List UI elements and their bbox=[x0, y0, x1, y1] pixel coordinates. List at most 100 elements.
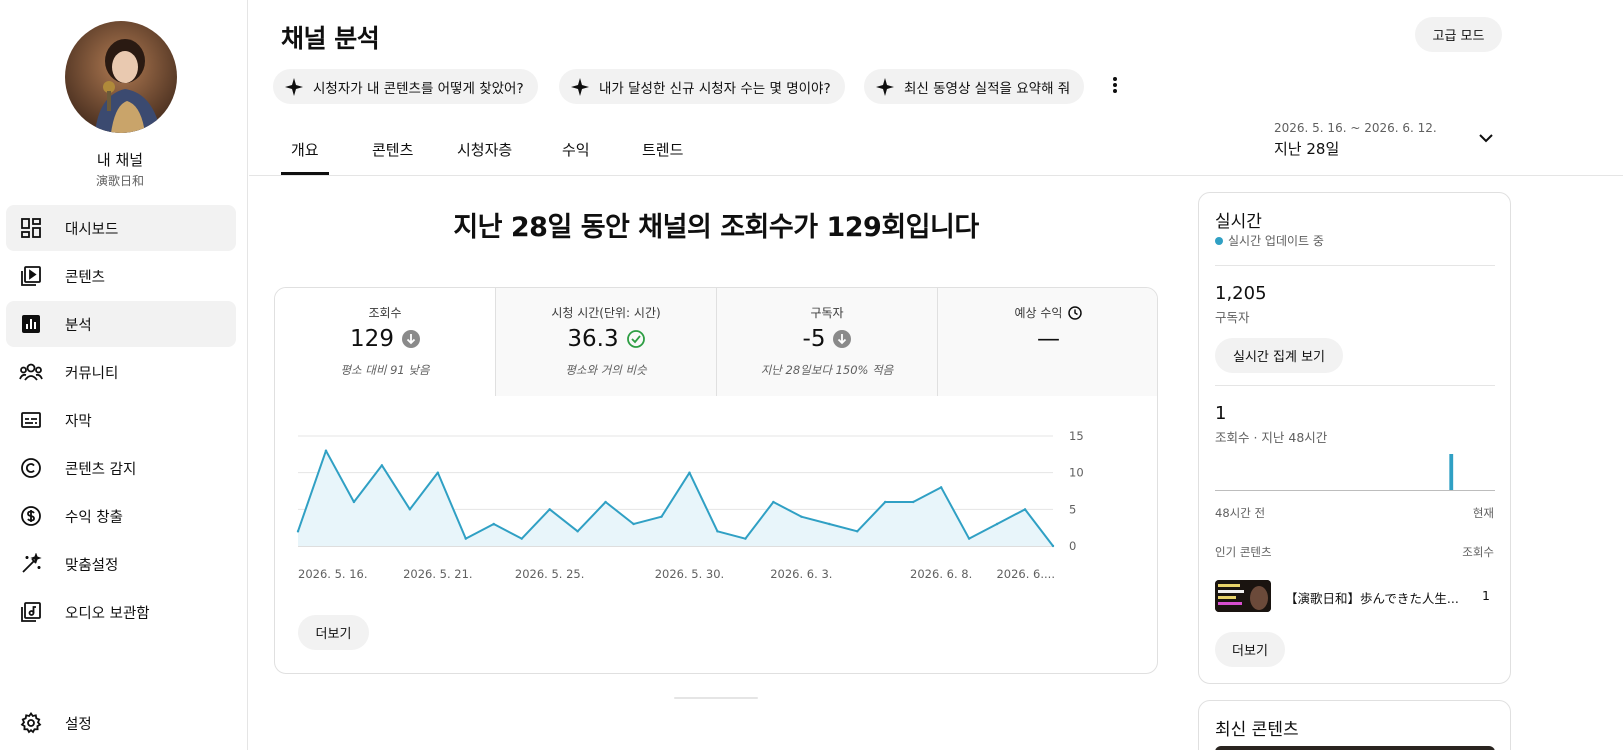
metric-subscribers[interactable]: 구독자 -5 지난 28일보다 150% 적음 bbox=[717, 288, 938, 396]
axis-right-label: 현재 bbox=[1472, 506, 1494, 520]
data-point bbox=[939, 486, 943, 489]
tab-revenue[interactable]: 수익 bbox=[562, 139, 590, 160]
tab-audience[interactable]: 시청자층 bbox=[457, 139, 512, 160]
realtime-subscribers: 1,205 bbox=[1215, 283, 1267, 304]
tab-overview[interactable]: 개요 bbox=[291, 139, 319, 160]
live-dot bbox=[1215, 236, 1223, 245]
chip-label: 시청자가 내 콘텐츠를 어떻게 찾았어? bbox=[313, 80, 524, 97]
chevron-down-icon[interactable] bbox=[1478, 130, 1494, 146]
metric-label: 조회수 bbox=[275, 304, 495, 321]
sidebar-item-dashboard[interactable]: 대시보드 bbox=[6, 205, 236, 251]
see-more-button[interactable]: 더보기 bbox=[298, 615, 369, 650]
advanced-mode-button[interactable]: 고급 모드 bbox=[1415, 17, 1502, 52]
video-views: 1 bbox=[1482, 588, 1490, 603]
latest-content-thumbnail[interactable] bbox=[1215, 746, 1495, 750]
metric-label-text: 조회수 bbox=[368, 306, 402, 320]
suggestion-chip-summary[interactable]: 최신 동영상 실적을 요약해 줘 bbox=[864, 69, 1085, 104]
section-divider bbox=[674, 697, 758, 699]
realtime-more-button[interactable]: 더보기 bbox=[1215, 632, 1285, 667]
overview-headline: 지난 28일 동안 채널의 조회수가 129회입니다 bbox=[453, 212, 979, 243]
customization-icon bbox=[18, 551, 44, 577]
channel-name: 내 채널 bbox=[96, 151, 144, 169]
sidebar-item-audio-library[interactable]: 오디오 보관함 bbox=[6, 589, 236, 635]
data-point bbox=[464, 537, 467, 540]
data-point bbox=[436, 471, 440, 474]
sidebar-item-analytics[interactable]: 분석 bbox=[6, 301, 236, 347]
dashboard-icon bbox=[18, 215, 44, 241]
channel-avatar[interactable] bbox=[65, 21, 177, 133]
check-circle-icon bbox=[626, 330, 645, 348]
metric-value: 129 bbox=[275, 326, 495, 352]
date-period: 지난 28일 bbox=[1274, 140, 1340, 158]
realtime-title: 실시간 bbox=[1215, 212, 1262, 232]
data-point bbox=[688, 471, 691, 474]
tab-content[interactable]: 콘텐츠 bbox=[372, 139, 413, 160]
community-icon bbox=[18, 359, 44, 385]
audio-library-icon bbox=[18, 599, 44, 625]
sidebar: 내 채널 演歌日和 대시보드 콘텐츠 분석 커뮤니티 자막 콘텐츠 감지 수익 … bbox=[0, 0, 248, 750]
metric-watch-time[interactable]: 시청 시간(단위: 시간) 36.3 평소와 거의 비슷 bbox=[496, 288, 717, 396]
y-tick-label: 10 bbox=[1069, 466, 1084, 480]
x-tick-label: 2026. 6. 8. bbox=[910, 567, 972, 581]
sidebar-item-label: 콘텐츠 감지 bbox=[65, 461, 137, 478]
realtime-bar[interactable] bbox=[1449, 454, 1454, 490]
metric-value-text: 129 bbox=[350, 326, 394, 352]
sidebar-item-label: 콘텐츠 bbox=[65, 269, 106, 286]
data-point bbox=[995, 522, 999, 526]
metric-views[interactable]: 조회수 129 평소 대비 91 낮음 bbox=[275, 288, 496, 396]
metric-label-text: 시청 시간(단위: 시간) bbox=[551, 306, 661, 320]
data-point bbox=[744, 537, 747, 540]
page-title: 채널 분석 bbox=[281, 24, 380, 53]
x-tick-label: 2026. 5. 21. bbox=[403, 567, 473, 581]
suggestion-chip-discovery[interactable]: 시청자가 내 콘텐츠를 어떻게 찾았어? bbox=[273, 69, 538, 104]
data-point bbox=[1051, 544, 1055, 548]
tab-trends[interactable]: 트렌드 bbox=[642, 139, 683, 160]
data-point bbox=[911, 500, 915, 504]
sidebar-item-content[interactable]: 콘텐츠 bbox=[6, 253, 236, 299]
x-tick-label: 2026. 5. 16. bbox=[298, 567, 368, 581]
video-title[interactable]: 【演歌日和】歩んできた人生... bbox=[1285, 588, 1465, 607]
sidebar-item-label: 대시보드 bbox=[65, 221, 119, 238]
data-point bbox=[492, 522, 495, 526]
sparkle-icon bbox=[285, 77, 303, 96]
sidebar-item-customization[interactable]: 맞춤설정 bbox=[6, 541, 236, 587]
clock-icon bbox=[1068, 305, 1083, 320]
data-point bbox=[716, 530, 719, 533]
metric-value-text: 36.3 bbox=[567, 326, 619, 352]
x-tick-label: 2026. 5. 30. bbox=[655, 567, 725, 581]
subtitles-icon bbox=[18, 407, 44, 433]
channel-handle: 演歌日和 bbox=[95, 174, 144, 188]
sidebar-item-label: 커뮤니티 bbox=[65, 365, 119, 382]
more-vert-icon[interactable] bbox=[1106, 73, 1124, 97]
realtime-views: 1 bbox=[1215, 403, 1227, 424]
data-point bbox=[380, 464, 384, 467]
sidebar-item-label: 설정 bbox=[65, 716, 92, 733]
sidebar-item-community[interactable]: 커뮤니티 bbox=[6, 349, 236, 395]
data-point bbox=[352, 500, 356, 504]
sidebar-item-label: 수익 창출 bbox=[65, 509, 123, 526]
y-tick-label: 5 bbox=[1069, 502, 1076, 516]
metric-value: — bbox=[938, 326, 1157, 352]
y-tick-label: 0 bbox=[1069, 539, 1076, 553]
sidebar-item-copyright[interactable]: 콘텐츠 감지 bbox=[6, 445, 236, 491]
sidebar-item-settings[interactable]: 설정 bbox=[6, 700, 236, 746]
data-point bbox=[660, 515, 663, 518]
metric-label: 예상 수익 bbox=[938, 304, 1157, 321]
sidebar-item-label: 맞춤설정 bbox=[65, 557, 119, 574]
sidebar-item-subtitles[interactable]: 자막 bbox=[6, 397, 236, 443]
data-point bbox=[884, 500, 887, 504]
data-point bbox=[856, 530, 859, 533]
sidebar-item-monetization[interactable]: 수익 창출 bbox=[6, 493, 236, 539]
suggestion-chip-new-viewers[interactable]: 내가 달성한 신규 시청자 수는 몇 명이야? bbox=[559, 69, 845, 104]
gear-icon bbox=[18, 710, 44, 736]
realtime-count-button[interactable]: 실시간 집계 보기 bbox=[1215, 338, 1343, 373]
data-point bbox=[576, 530, 579, 533]
overview-card: 조회수 129 평소 대비 91 낮음 시청 시간(단위: 시간) 36.3 평… bbox=[274, 287, 1158, 674]
realtime-live-status: 실시간 업데이트 중 bbox=[1215, 232, 1324, 249]
metric-revenue[interactable]: 예상 수익 — bbox=[938, 288, 1157, 396]
axis-left-label: 48시간 전 bbox=[1215, 506, 1266, 520]
video-thumbnail[interactable] bbox=[1215, 580, 1271, 612]
content-icon bbox=[18, 263, 44, 289]
sidebar-item-label: 오디오 보관함 bbox=[65, 605, 150, 622]
metric-value-text: -5 bbox=[802, 326, 826, 352]
